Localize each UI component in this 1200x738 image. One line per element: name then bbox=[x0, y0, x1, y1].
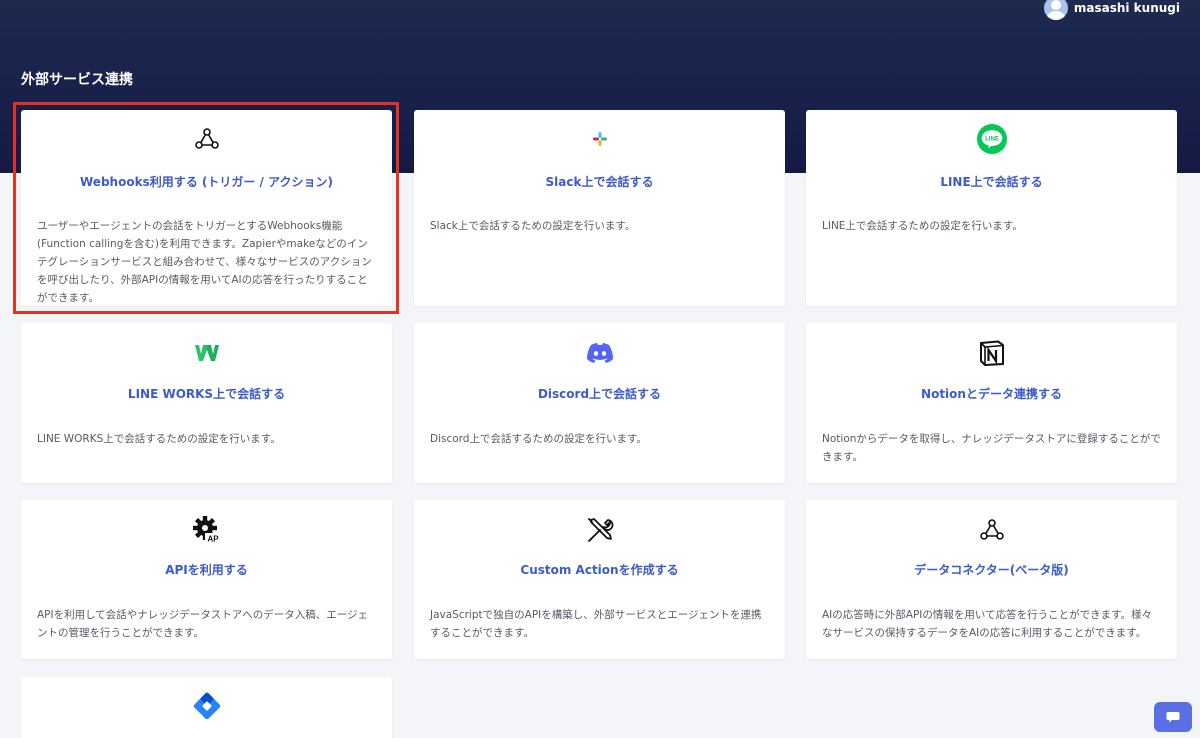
chat-widget-button[interactable] bbox=[1154, 702, 1192, 732]
notion-icon bbox=[977, 338, 1007, 368]
chat-bubble-icon bbox=[1166, 712, 1180, 723]
tools-icon bbox=[585, 515, 615, 545]
slack-icon bbox=[585, 124, 615, 154]
user-name: masashi kunugi bbox=[1073, 1, 1180, 15]
card-title: Custom Actionを作成する bbox=[520, 563, 679, 577]
card-slack[interactable]: Slack上で会話する Slack上で会話するための設定を行います。 bbox=[414, 110, 785, 306]
card-title: Slack上で会話する bbox=[545, 175, 654, 189]
card-description: APIを利用して会話やナレッジデータストアへのデータ入稿、エージェントの管理を行… bbox=[37, 609, 369, 639]
card-description: LINE WORKS上で会話するための設定を行います。 bbox=[37, 433, 281, 445]
card-title: Webhooks利用する (トリガー / アクション) bbox=[80, 175, 333, 189]
card-line-works[interactable]: LINE WORKS上で会話する LINE WORKS上で会話するための設定を行… bbox=[21, 323, 392, 483]
card-description: AIの応答時に外部APIの情報を用いて応答を行うことができます。様々なサービスの… bbox=[822, 609, 1153, 639]
discord-icon bbox=[585, 338, 615, 368]
card-api[interactable]: AP APIを利用する APIを利用して会話やナレッジデータストアへのデータ入稿… bbox=[21, 500, 392, 659]
card-description: JavaScriptで独自のAPIを構築し、外部サービスとエージェントを連携する… bbox=[430, 609, 762, 639]
card-line[interactable]: LINE LINE上で会話する LINE上で会話するための設定を行います。 bbox=[806, 110, 1177, 306]
card-description: ユーザーやエージェントの会話をトリガーとするWebhooks機能(Functio… bbox=[37, 220, 372, 304]
card-title: LINE上で会話する bbox=[940, 175, 1043, 189]
jira-icon bbox=[192, 691, 222, 721]
card-title: Notionとデータ連携する bbox=[921, 387, 1062, 401]
user-menu[interactable]: masashi kunugi bbox=[1043, 0, 1180, 20]
card-jira[interactable] bbox=[21, 677, 392, 738]
card-description: Notionからデータを取得し、ナレッジデータストアに登録することができます。 bbox=[822, 433, 1161, 463]
card-discord[interactable]: Discord上で会話する Discord上で会話するための設定を行います。 bbox=[414, 323, 785, 483]
svg-text:AP: AP bbox=[207, 535, 219, 544]
svg-text:LINE: LINE bbox=[985, 135, 999, 142]
card-description: Slack上で会話するための設定を行います。 bbox=[430, 220, 636, 232]
page-title: 外部サービス連携 bbox=[21, 72, 133, 88]
webhook-icon bbox=[192, 124, 222, 154]
user-avatar-icon bbox=[1043, 0, 1068, 20]
api-gear-icon: AP bbox=[192, 515, 222, 545]
card-custom-action[interactable]: Custom Actionを作成する JavaScriptで独自のAPIを構築し… bbox=[414, 500, 785, 659]
webhook-icon bbox=[977, 515, 1007, 545]
card-webhooks[interactable]: Webhooks利用する (トリガー / アクション) ユーザーやエージェントの… bbox=[21, 110, 392, 306]
card-title: LINE WORKS上で会話する bbox=[127, 387, 286, 401]
line-icon: LINE bbox=[976, 124, 1007, 154]
card-data-connector[interactable]: データコネクター(ベータ版) AIの応答時に外部APIの情報を用いて応答を行うこ… bbox=[806, 500, 1177, 659]
card-title: APIを利用する bbox=[165, 563, 248, 577]
card-title: Discord上で会話する bbox=[537, 387, 662, 401]
card-title: データコネクター(ベータ版) bbox=[914, 563, 1069, 577]
card-description: Discord上で会話するための設定を行います。 bbox=[430, 433, 647, 445]
line-works-icon bbox=[192, 338, 222, 368]
card-notion[interactable]: Notionとデータ連携する Notionからデータを取得し、ナレッジデータスト… bbox=[806, 323, 1177, 483]
card-description: LINE上で会話するための設定を行います。 bbox=[822, 220, 1023, 232]
